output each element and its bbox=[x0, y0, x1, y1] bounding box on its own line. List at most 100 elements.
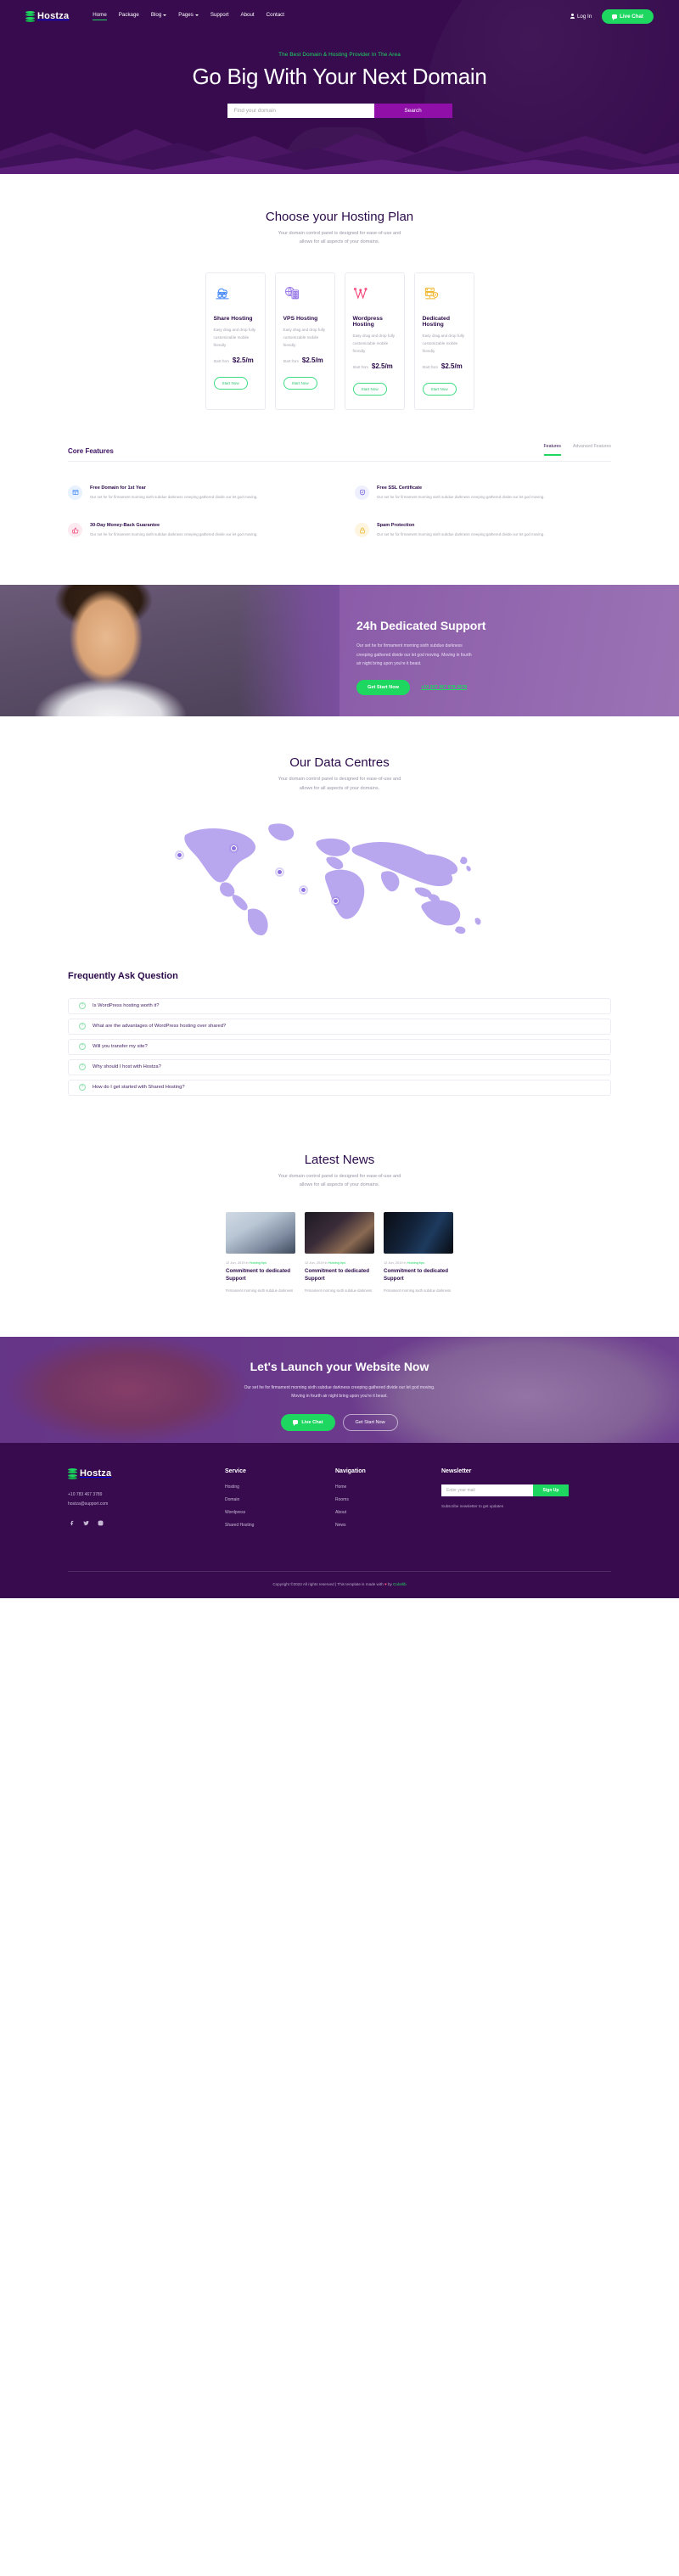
faq-item-3[interactable]: ? Will you transfer my site? bbox=[68, 1038, 611, 1055]
plan-price: $2.5/m bbox=[232, 356, 254, 364]
nav-label: Support bbox=[210, 12, 229, 18]
footer-link-rooms[interactable]: Rooms bbox=[335, 1497, 441, 1502]
support-get-start-button[interactable]: Get Start Now bbox=[356, 679, 410, 695]
pricing-desc: Your domain control panel is designed fo… bbox=[68, 229, 611, 247]
footer-link-shared-hosting[interactable]: Shared Hosting bbox=[225, 1523, 335, 1528]
news-card-1[interactable]: 12 Jun, 2019 in Hosting tips Commitment … bbox=[226, 1211, 295, 1294]
faq-question: Is WordPress hosting worth it? bbox=[93, 1003, 160, 1009]
faq-item-4[interactable]: ? Why should I host with Hostza? bbox=[68, 1058, 611, 1075]
plan-start-button[interactable]: Start Now bbox=[422, 382, 457, 396]
feature-desc: Our set he for firmament morning sixth s… bbox=[377, 494, 545, 499]
support-content: 24h Dedicated Support Our set he for fir… bbox=[340, 585, 679, 695]
footer-phone[interactable]: +10 783 467 3789 bbox=[68, 1490, 225, 1500]
plan-name: Wordpress Hosting bbox=[352, 315, 383, 328]
plan-desc: Easy drag and drop fully customizable mo… bbox=[213, 327, 256, 347]
map-pin-1[interactable] bbox=[177, 851, 182, 858]
footer-link-hosting[interactable]: Hosting bbox=[225, 1484, 335, 1490]
nav-item-support[interactable]: Support bbox=[210, 12, 229, 20]
faq-item-1[interactable]: ? Is WordPress hosting worth it? bbox=[68, 997, 611, 1014]
login-label: Log In bbox=[576, 13, 592, 20]
nav-item-contact[interactable]: Contact bbox=[267, 12, 284, 20]
newsletter-signup-button[interactable]: Sign Up bbox=[533, 1484, 569, 1496]
footer-container: Hostza +10 783 467 3789 hostza@support.c… bbox=[68, 1468, 611, 1598]
core-features-grid: Free Domain for 1st Year Our set he for … bbox=[68, 485, 611, 540]
lock-icon bbox=[355, 523, 369, 538]
nav-item-about[interactable]: About bbox=[240, 12, 254, 20]
plan-card-share-hosting[interactable]: Share Hosting Easy drag and drop fully c… bbox=[205, 272, 266, 410]
plan-start-button[interactable]: Start Now bbox=[213, 376, 248, 390]
feature-text: Free Domain for 1st Year Our set he for … bbox=[90, 485, 257, 502]
footer-newsletter-column: Newsletter Sign Up Subscribe newsletter … bbox=[441, 1468, 611, 1535]
core-features-tabs: Features Advanced Features bbox=[543, 444, 611, 456]
nav-item-package[interactable]: Package bbox=[119, 12, 139, 20]
plan-name: Dedicated Hosting bbox=[422, 315, 450, 328]
plan-start-button[interactable]: Start Now bbox=[352, 382, 387, 396]
footer-link-about[interactable]: About bbox=[335, 1510, 441, 1515]
faq-item-5[interactable]: ? How do I get started with Shared Hosti… bbox=[68, 1079, 611, 1096]
map-pin-4[interactable] bbox=[300, 886, 306, 893]
domain-search-button[interactable]: Search bbox=[373, 104, 452, 118]
database-stack-icon bbox=[25, 10, 35, 22]
hero-mountains bbox=[0, 129, 679, 174]
cta-live-chat-button[interactable]: Live Chat bbox=[281, 1413, 335, 1431]
news-thumbnail bbox=[226, 1211, 295, 1254]
copyright-prefix: Copyright ©2023 All rights reserved | Th… bbox=[272, 1581, 384, 1586]
footer-link-domain[interactable]: Domain bbox=[225, 1497, 335, 1502]
plan-start-button[interactable]: Start Now bbox=[283, 376, 317, 390]
footer-logo[interactable]: Hostza bbox=[68, 1468, 225, 1479]
footer-link-wordpress[interactable]: Wordpress bbox=[225, 1510, 335, 1515]
nav-item-pages[interactable]: Pages bbox=[178, 12, 199, 20]
footer-email[interactable]: hostza@support.com bbox=[68, 1500, 225, 1509]
login-link[interactable]: Log In bbox=[570, 14, 592, 20]
news-card-2[interactable]: 12 Jun, 2019 in Hosting tips Commitment … bbox=[305, 1211, 374, 1294]
newsletter-note: Subscribe newsletter to get updates bbox=[441, 1503, 504, 1508]
news-card-3[interactable]: 12 Jun, 2019 in Hosting tips Commitment … bbox=[384, 1211, 453, 1294]
faq-question: What are the advantages of WordPress hos… bbox=[93, 1024, 227, 1030]
support-desc-line-1: Our set he for firmament morning sixth s… bbox=[356, 643, 463, 649]
live-chat-button[interactable]: Live Chat bbox=[602, 8, 654, 24]
thumbs-up-icon bbox=[68, 523, 82, 538]
cta-get-start-button[interactable]: Get Start Now bbox=[342, 1413, 398, 1431]
support-phone-link[interactable]: +10 267 367 678 2678 bbox=[421, 685, 467, 690]
cta-content: Let's Launch your Website Now Our set he… bbox=[0, 1337, 679, 1431]
pricing-desc-line-1: Your domain control panel is designed fo… bbox=[278, 231, 401, 236]
facebook-icon[interactable] bbox=[68, 1520, 75, 1527]
news-tag[interactable]: Hosting tips bbox=[250, 1260, 267, 1265]
map-pin-5[interactable] bbox=[333, 897, 339, 904]
plan-card-vps-hosting[interactable]: VPS Hosting Easy drag and drop fully cus… bbox=[274, 272, 335, 410]
question-mark-icon: ? bbox=[79, 1084, 86, 1092]
newsletter-form: Sign Up bbox=[441, 1484, 569, 1496]
copyright-author-link[interactable]: Colorlib bbox=[393, 1582, 407, 1586]
footer-navigation-heading: Navigation bbox=[335, 1468, 366, 1474]
plan-card-dedicated-hosting[interactable]: Dedicated Hosting Easy drag and drop ful… bbox=[413, 272, 474, 410]
plan-price: $2.5/m bbox=[371, 362, 393, 370]
data-centres-desc-line-2: allows for all aspects of your domains. bbox=[299, 785, 380, 791]
newsletter-email-input[interactable] bbox=[441, 1484, 533, 1496]
footer-link-news[interactable]: News bbox=[335, 1523, 441, 1528]
footer-link-home[interactable]: Home bbox=[335, 1484, 441, 1490]
plan-price: $2.5/m bbox=[441, 362, 463, 370]
news-tag[interactable]: Hosting tips bbox=[407, 1260, 424, 1265]
latest-news-desc-line-2: allows for all aspects of your domains. bbox=[299, 1182, 380, 1188]
map-pin-2[interactable] bbox=[231, 845, 237, 851]
domain-search-input[interactable] bbox=[227, 104, 374, 118]
brand-logo[interactable]: Hostza bbox=[25, 10, 69, 22]
map-pin-3[interactable] bbox=[277, 868, 283, 875]
plan-card-wordpress-hosting[interactable]: Wordpress Hosting Easy drag and drop ful… bbox=[344, 272, 405, 410]
faq-item-2[interactable]: ? What are the advantages of WordPress h… bbox=[68, 1018, 611, 1035]
domain-search-form: Search bbox=[227, 104, 452, 118]
tab-features[interactable]: Features bbox=[543, 444, 562, 456]
core-features-section: Core Features Features Advanced Features… bbox=[0, 443, 679, 586]
plan-price: $2.5/m bbox=[301, 356, 323, 364]
twitter-icon[interactable] bbox=[82, 1520, 89, 1527]
hero-content: The Best Domain & Hosting Provider In Th… bbox=[0, 28, 679, 118]
news-date: 12 Jun, 2019 in bbox=[305, 1260, 328, 1265]
tab-advanced-features[interactable]: Advanced Features bbox=[573, 444, 611, 455]
news-tag[interactable]: Hosting tips bbox=[328, 1260, 345, 1265]
instagram-icon[interactable] bbox=[97, 1520, 104, 1527]
pricing-container: Choose your Hosting Plan Your domain con… bbox=[68, 210, 611, 410]
chat-bubble-icon bbox=[293, 1420, 299, 1426]
nav-item-home[interactable]: Home bbox=[93, 12, 107, 20]
nav-item-blog[interactable]: Blog bbox=[151, 12, 167, 20]
plan-price-row: Start from $2.5/m bbox=[423, 362, 466, 370]
